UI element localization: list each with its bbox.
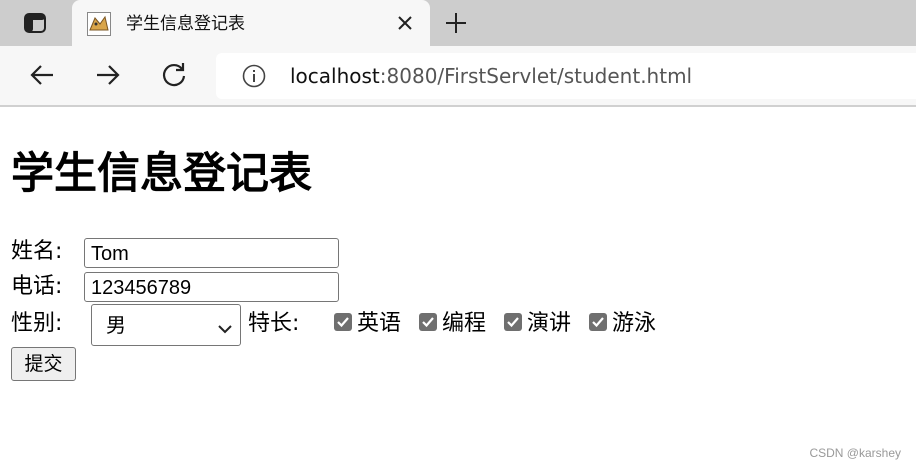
- favicon: [87, 12, 111, 36]
- tab-title: 学生信息登记表: [126, 14, 245, 34]
- back-arrow-icon[interactable]: [28, 61, 56, 89]
- skills-label: 特长:: [248, 311, 300, 336]
- page-title: 学生信息登记表: [11, 149, 312, 199]
- url-host: localhost: [290, 64, 380, 88]
- gender-label: 性别:: [11, 311, 63, 336]
- address-bar[interactable]: localhost:8080/FirstServlet/student.html: [216, 53, 916, 99]
- skill-checkbox-programming[interactable]: [419, 313, 437, 331]
- skill-checkbox-english[interactable]: [334, 313, 352, 331]
- reload-icon[interactable]: [160, 61, 188, 89]
- skills-row: 特长:: [248, 309, 299, 339]
- url-text[interactable]: localhost:8080/FirstServlet/student.html: [290, 63, 692, 89]
- gender-selected-value: 男: [106, 313, 126, 337]
- name-field[interactable]: Tom: [84, 238, 339, 268]
- gender-row: 性别:: [11, 309, 62, 339]
- skill-checkbox-speech[interactable]: [504, 313, 522, 331]
- forward-arrow-icon[interactable]: [94, 61, 122, 89]
- plus-icon[interactable]: [445, 12, 467, 34]
- browser-toolbar: localhost:8080/FirstServlet/student.html: [0, 46, 916, 107]
- name-row: 姓名:: [11, 237, 62, 267]
- gender-select[interactable]: 男: [91, 304, 241, 346]
- browser-tab[interactable]: 学生信息登记表: [72, 0, 430, 48]
- phone-row: 电话:: [11, 272, 62, 302]
- skill-label-speech: 演讲: [527, 311, 572, 336]
- checkmark-icon: [337, 317, 349, 328]
- name-label: 姓名:: [11, 239, 63, 264]
- skill-label-swimming: 游泳: [612, 311, 657, 336]
- skill-checkbox-swimming[interactable]: [589, 313, 607, 331]
- close-icon[interactable]: [396, 14, 414, 32]
- watermark: CSDN @karshey: [809, 446, 901, 460]
- url-path: :8080/FirstServlet/student.html: [379, 64, 693, 88]
- skill-label-programming: 编程: [442, 311, 487, 336]
- chevron-down-icon: [218, 319, 232, 334]
- phone-label: 电话:: [11, 274, 63, 299]
- submit-button[interactable]: 提交: [11, 347, 76, 381]
- info-icon[interactable]: [242, 64, 266, 88]
- checkmark-icon: [422, 317, 434, 328]
- skill-label-english: 英语: [357, 311, 402, 336]
- checkmark-icon: [592, 317, 604, 328]
- sidebar-icon[interactable]: [24, 13, 46, 33]
- tab-strip: 学生信息登记表: [0, 0, 916, 48]
- phone-field[interactable]: 123456789: [84, 272, 339, 302]
- checkmark-icon: [507, 317, 519, 328]
